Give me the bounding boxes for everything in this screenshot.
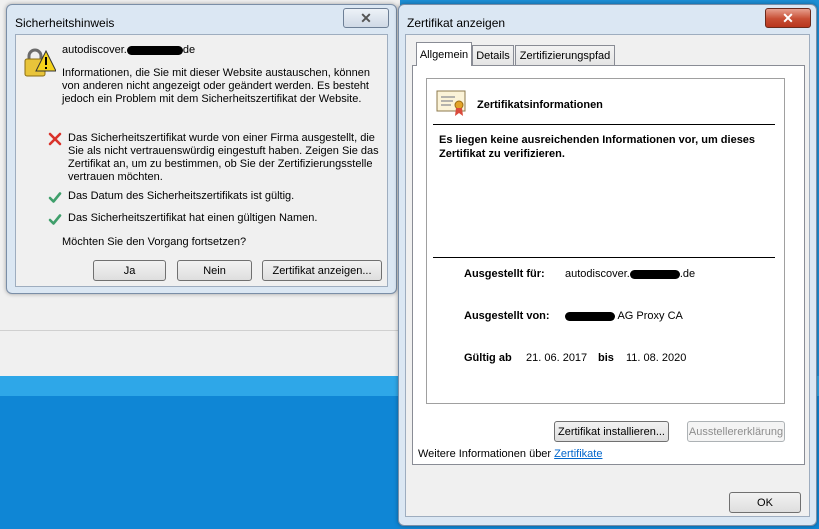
details-divider — [433, 257, 775, 258]
issued-by-suffix: AG Proxy CA — [615, 310, 683, 322]
install-certificate-button[interactable]: Zertifikat installieren... — [554, 421, 669, 442]
issued-by-value: AG Proxy CA — [565, 310, 683, 322]
valid-from-value: 21. 06. 2017 — [526, 352, 588, 364]
view-certificate-button[interactable]: Zertifikat anzeigen... — [262, 260, 382, 281]
valid-to-label: bis — [598, 352, 614, 364]
certificate-heading: Zertifikatsinformationen — [477, 99, 603, 111]
warning-item-date: Das Datum des Sicherheitszertifikats ist… — [48, 190, 386, 203]
red-x-icon — [48, 132, 62, 146]
close-icon: ✕ — [360, 9, 372, 26]
continue-question: Möchten Sie den Vorgang fortsetzen? — [62, 236, 247, 248]
issued-to-suffix: .de — [679, 268, 696, 280]
tab-details[interactable]: Details — [472, 45, 514, 65]
security-dialog-title: Sicherheitshinweis — [15, 16, 115, 30]
yes-button[interactable]: Ja — [93, 260, 166, 281]
redacted-domain — [126, 45, 183, 55]
close-icon: ✕ — [782, 9, 794, 26]
warning-item-text: Das Sicherheitszertifikat wurde von eine… — [68, 132, 379, 183]
certificate-dialog: Zertifikat anzeigen ✕ Allgemein Details … — [398, 4, 817, 526]
security-info-text: Informationen, die Sie mit dieser Websit… — [62, 67, 370, 105]
green-check-icon — [48, 214, 62, 225]
certificates-link[interactable]: Zertifikate — [554, 448, 602, 460]
website-host: autodiscover. de — [62, 44, 195, 56]
heading-divider — [433, 124, 775, 125]
security-dialog-content: autodiscover. de Informationen, die Sie m… — [15, 34, 388, 287]
general-tab-panel: Zertifikatsinformationen Es liegen keine… — [412, 65, 805, 465]
padlock-warning-icon — [24, 48, 56, 77]
certificate-dialog-titlebar[interactable]: Zertifikat anzeigen ✕ — [399, 5, 816, 35]
host-prefix: autodiscover. — [62, 44, 127, 56]
tab-allgemein[interactable]: Allgemein — [416, 42, 472, 66]
more-info-text: Weitere Informationen über — [418, 448, 552, 460]
more-info-line: Weitere Informationen über Zertifikate — [418, 448, 602, 460]
issuer-statement-button: Ausstellererklärung — [687, 421, 785, 442]
issued-to-label: Ausgestellt für: — [464, 268, 545, 280]
certificate-dialog-close-button[interactable]: ✕ — [765, 8, 811, 28]
certificate-info-box: Zertifikatsinformationen Es liegen keine… — [426, 78, 785, 404]
issued-to-value: autodiscover. .de — [565, 268, 695, 280]
certificate-dialog-title: Zertifikat anzeigen — [407, 16, 506, 30]
warning-item-text: Das Datum des Sicherheitszertifikats ist… — [68, 190, 295, 202]
issued-to-prefix: autodiscover. — [565, 268, 630, 280]
no-button[interactable]: Nein — [177, 260, 252, 281]
warning-item-text: Das Sicherheitszertifikat hat einen gült… — [68, 212, 318, 224]
certificate-dialog-content: Allgemein Details Zertifizierungspfad Ze… — [405, 34, 810, 517]
valid-to-value: 11. 08. 2020 — [626, 352, 687, 364]
host-suffix: de — [182, 44, 196, 56]
redacted-domain — [629, 269, 680, 279]
warning-item-name: Das Sicherheitszertifikat hat einen gült… — [48, 212, 386, 225]
background-divider — [0, 330, 400, 331]
security-warning-dialog: Sicherheitshinweis ✕ autodiscover. de Inf… — [6, 4, 397, 294]
tab-zertifizierungspfad[interactable]: Zertifizierungspfad — [515, 45, 615, 65]
issued-by-label: Ausgestellt von: — [464, 310, 550, 322]
valid-from-label: Gültig ab — [464, 352, 512, 364]
green-check-icon — [48, 192, 62, 203]
redacted-company — [565, 311, 615, 321]
security-dialog-close-button[interactable]: ✕ — [343, 8, 389, 28]
warning-item-untrusted: Das Sicherheitszertifikat wurde von eine… — [48, 132, 386, 184]
certificate-icon — [436, 90, 466, 116]
security-dialog-titlebar[interactable]: Sicherheitshinweis ✕ — [7, 5, 396, 35]
certificate-message: Es liegen keine ausreichenden Informatio… — [439, 134, 756, 160]
ok-button[interactable]: OK — [729, 492, 801, 513]
